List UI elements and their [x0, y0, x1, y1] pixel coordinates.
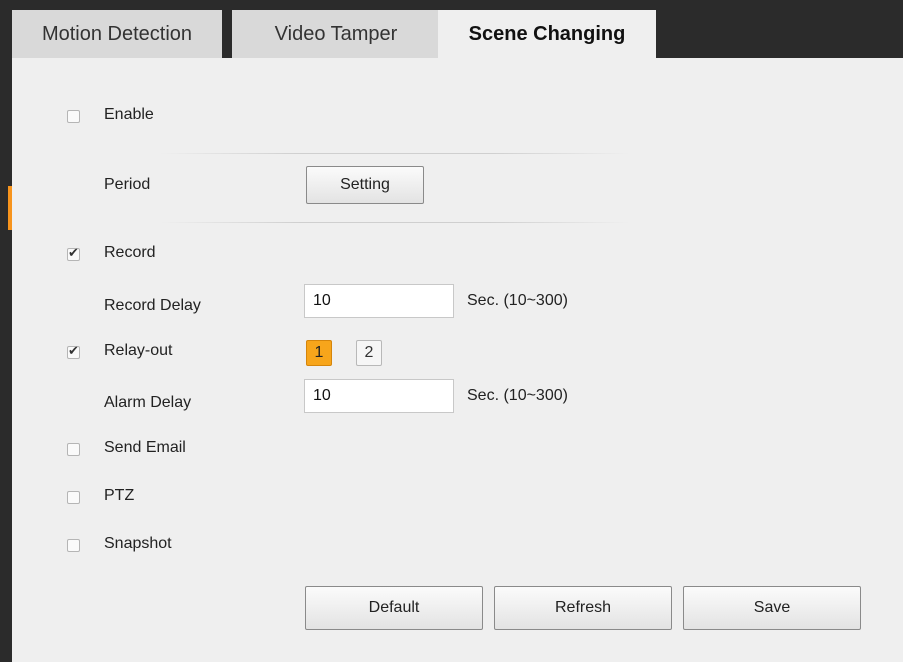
divider — [160, 153, 630, 154]
divider — [160, 222, 630, 223]
record-label: Record — [104, 244, 156, 261]
ptz-label: PTZ — [104, 487, 135, 504]
save-button[interactable]: Save — [683, 586, 861, 630]
alarm-delay-input[interactable]: 10 — [304, 379, 454, 413]
tab-scene-changing[interactable]: Scene Changing — [438, 10, 656, 58]
send-email-checkbox[interactable] — [67, 443, 80, 456]
enable-checkbox[interactable] — [67, 110, 80, 123]
enable-label: Enable — [104, 106, 154, 123]
relay-out-label: Relay-out — [104, 342, 173, 359]
alarm-delay-unit: Sec. (10~300) — [467, 387, 568, 404]
record-delay-input[interactable]: 10 — [304, 284, 454, 318]
refresh-button[interactable]: Refresh — [494, 586, 672, 630]
send-email-label: Send Email — [104, 439, 186, 456]
period-setting-button[interactable]: Setting — [306, 166, 424, 204]
snapshot-checkbox[interactable] — [67, 539, 80, 552]
ptz-checkbox[interactable] — [67, 491, 80, 504]
snapshot-label: Snapshot — [104, 535, 172, 552]
relay-channel-2-button[interactable]: 2 — [356, 340, 382, 366]
tab-video-tamper[interactable]: Video Tamper — [232, 10, 440, 58]
relay-channel-1-button[interactable]: 1 — [306, 340, 332, 366]
relay-out-checkbox[interactable] — [67, 344, 80, 359]
record-delay-label: Record Delay — [104, 297, 201, 314]
side-accent-marker — [8, 186, 12, 230]
alarm-delay-label: Alarm Delay — [104, 394, 192, 411]
default-button[interactable]: Default — [305, 586, 483, 630]
tab-motion-detection[interactable]: Motion Detection — [12, 10, 222, 58]
record-delay-unit: Sec. (10~300) — [467, 292, 568, 309]
tab-bar: Motion Detection Video Tamper Scene Chan… — [12, 10, 903, 58]
period-label: Period — [104, 176, 151, 193]
record-checkbox[interactable] — [67, 246, 80, 261]
